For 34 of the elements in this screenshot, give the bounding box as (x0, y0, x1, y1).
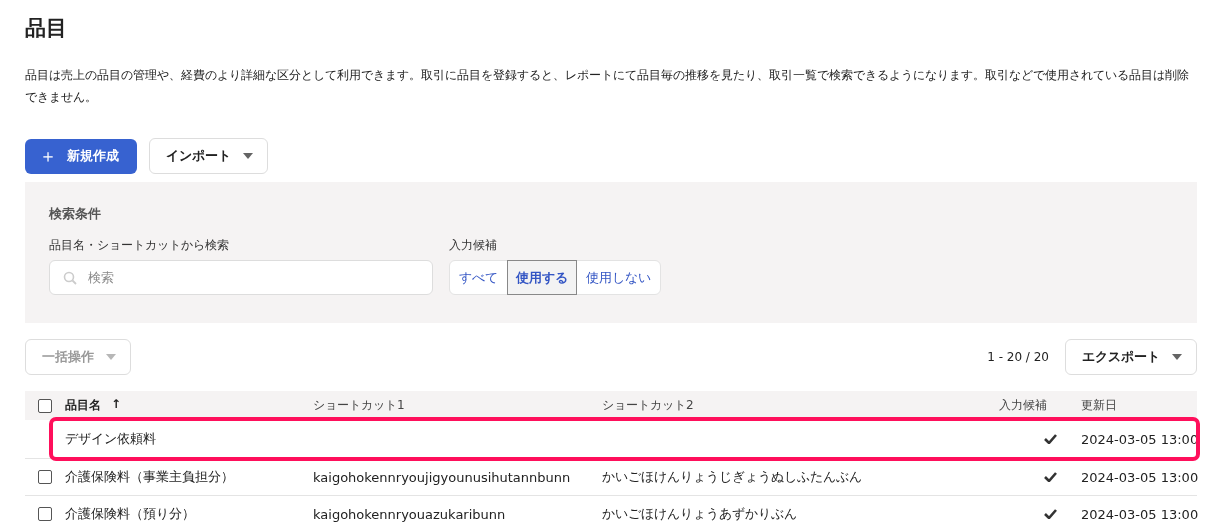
export-button[interactable]: エクスポート (1065, 339, 1197, 375)
search-icon (63, 271, 77, 285)
select-all-checkbox[interactable] (38, 398, 52, 413)
column-header[interactable]: ショートカット1 (313, 397, 602, 414)
column-header[interactable]: 更新日 (1071, 397, 1197, 414)
table-cell-text: デザイン依頼料 (65, 430, 157, 448)
search-field[interactable]: 検索 (49, 260, 433, 295)
filter-option[interactable]: 使用する (507, 260, 577, 295)
table-cell-text: kaigohokennryoujigyounusihutannbunn (313, 469, 572, 485)
create-button[interactable]: ＋ 新規作成 (25, 138, 137, 174)
table-cell-text: 2024-03-05 13:00 (1080, 506, 1197, 522)
result-count: 1 - 20 / 20 (987, 350, 1049, 364)
row-checkbox[interactable] (38, 470, 52, 484)
caret-icon (1172, 354, 1182, 360)
table-cell-text: 2024-03-05 13:00 (1080, 469, 1197, 485)
column-header[interactable]: 品目名 ↑ (65, 397, 313, 414)
table-cell-text: 介護保険料（事業主負担分） (65, 468, 235, 486)
field-label: 品目名・ショートカットから検索 (49, 237, 230, 254)
page-title: 品目 (25, 15, 68, 42)
row-checkbox[interactable] (38, 507, 52, 521)
caret-icon (243, 153, 253, 159)
table-cell-text: 介護保険料（預り分） (65, 505, 196, 523)
filter-option[interactable]: 使用しない (577, 260, 660, 295)
panel-title: 検索条件 (49, 206, 102, 223)
filter-option[interactable]: すべて (450, 260, 507, 295)
import-button[interactable]: インポート (149, 138, 268, 174)
page-description: 品目は売上の品目の管理や、経費のより詳細な区分として利用できます。取引に品目を登録すると、レポートにて品目毎の推移を見たり、取引一覧で検索できるようになります。取引などで使用されている品目は削除できません。 (25, 67, 1190, 106)
table-cell-text: かいごほけんりょうじぎょうぬしふたんぶん (602, 468, 863, 486)
table-cell-text: かいごほけんりょうあずかりぶん (602, 505, 798, 523)
table-cell-text: kaigohokennryouazukaribunn (313, 506, 507, 522)
column-header[interactable]: 入力候補 (999, 397, 1071, 414)
column-header[interactable]: ショートカット2 (602, 397, 999, 414)
field-label: 入力候補 (449, 237, 498, 254)
caret-icon (106, 354, 116, 360)
